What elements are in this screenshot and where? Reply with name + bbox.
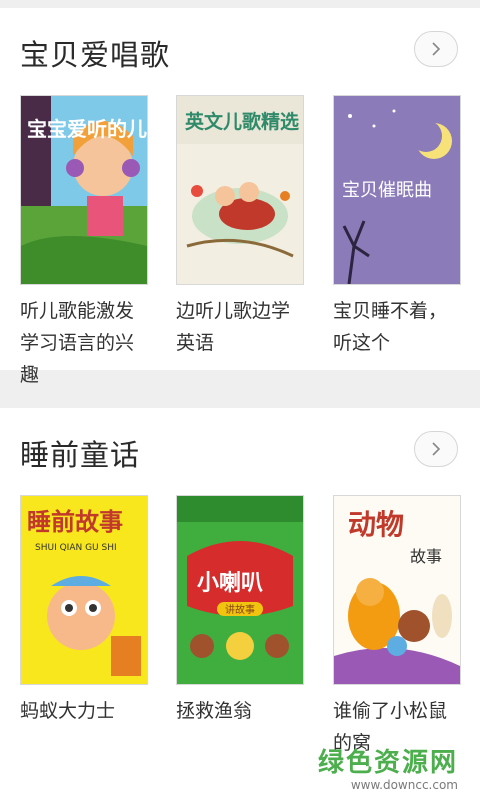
album-label[interactable]: 边听儿歌边学英语 [176, 295, 304, 359]
chevron-right-icon [432, 42, 441, 56]
section-songs: 宝贝爱唱歌 宝宝爱听的儿歌 听儿歌能激发学习语言的兴趣 [0, 8, 480, 386]
cover-title: 宝贝催眠曲 [342, 180, 432, 201]
album-cover[interactable]: 宝宝爱听的儿歌 [20, 95, 148, 285]
cover-subtitle: SHUI QIAN GU SHI [35, 543, 117, 553]
cover-title: 睡前故事 [27, 508, 123, 536]
album-cover[interactable]: 小喇叭 讲故事 [176, 495, 304, 685]
album-label[interactable]: 蚂蚁大力士 [20, 695, 148, 727]
section-title: 睡前童话 [20, 438, 141, 472]
cover-subtitle: 故事 [410, 547, 442, 566]
cover-subtitle: 讲故事 [225, 603, 255, 616]
album-label[interactable]: 宝贝睡不着，听这个 [333, 295, 461, 359]
chevron-right-icon [432, 442, 441, 456]
cover-title: 英文儿歌精选 [185, 110, 299, 133]
watermark: 绿色资源网 www.downcc.com [318, 748, 458, 792]
section-stories: 睡前童话 睡前故事 SHUI QIAN GU SHI 蚂蚁大力士 小喇叭 讲故事… [0, 408, 480, 800]
cover-title: 宝宝爱听的儿歌 [27, 117, 147, 141]
section-title: 宝贝爱唱歌 [20, 38, 171, 72]
album-label[interactable]: 拯救渔翁 [176, 695, 304, 727]
album-cover[interactable]: 英文儿歌精选 [176, 95, 304, 285]
album-label[interactable]: 听儿歌能激发学习语言的兴趣 [20, 295, 148, 391]
album-cover[interactable]: 宝贝催眠曲 [333, 95, 461, 285]
watermark-url: www.downcc.com [350, 778, 458, 792]
cover-title: 小喇叭 [197, 571, 263, 596]
album-cover[interactable]: 睡前故事 SHUI QIAN GU SHI [20, 495, 148, 685]
cover-title: 动物 [348, 508, 404, 541]
more-button[interactable] [414, 431, 458, 467]
watermark-title: 绿色资源网 [317, 748, 458, 778]
album-cover[interactable]: 动物 故事 [333, 495, 461, 685]
more-button[interactable] [414, 31, 458, 67]
